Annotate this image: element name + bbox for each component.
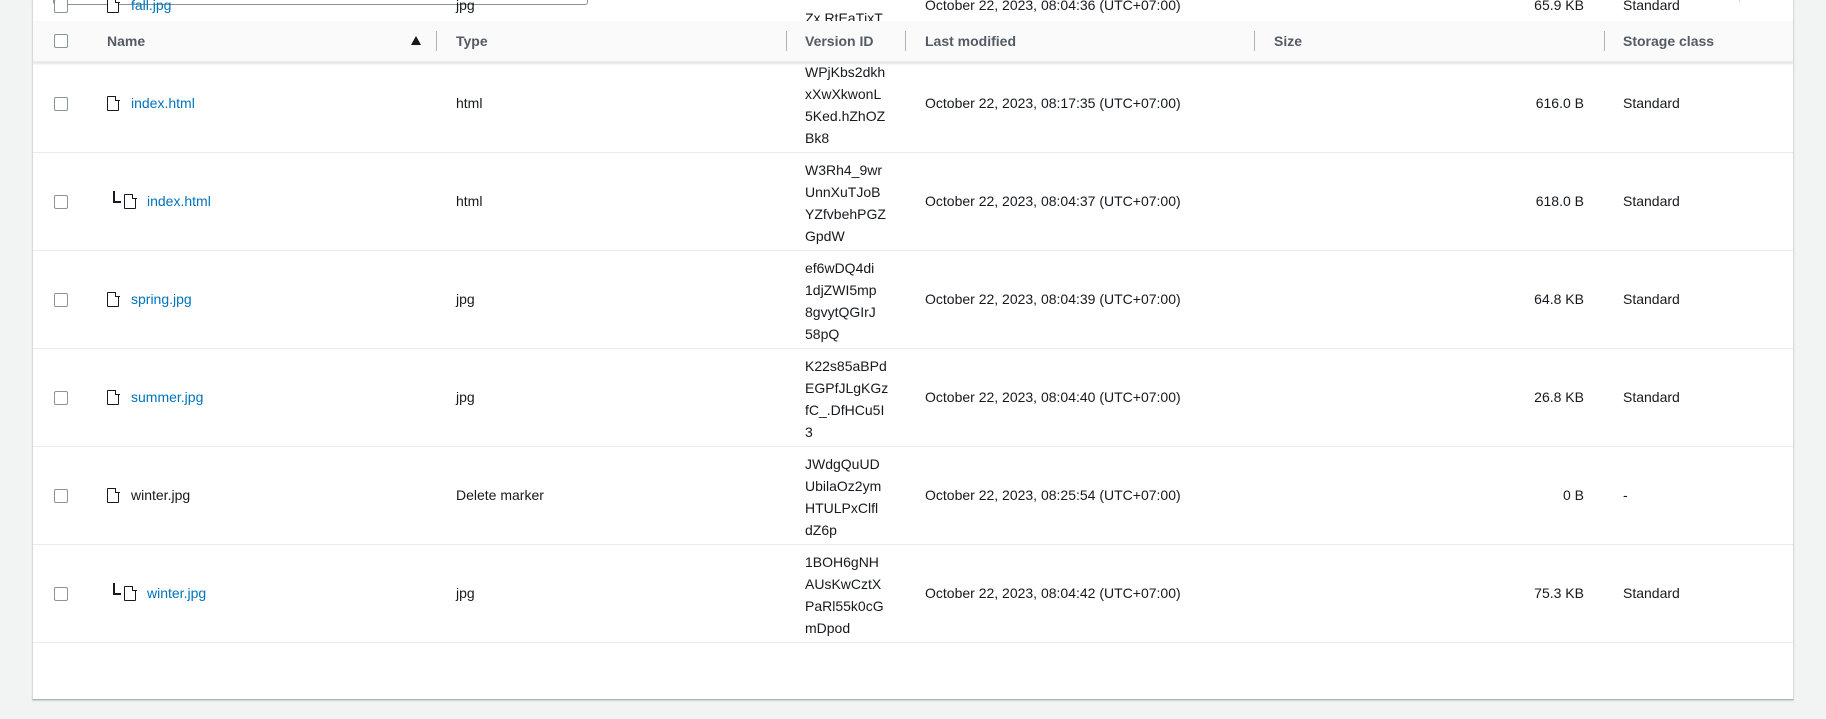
version-id-line: EGPfJLgKGz: [805, 380, 889, 396]
storage-class: Standard: [1623, 389, 1680, 405]
column-header-name[interactable]: Name: [107, 21, 145, 61]
row-checkbox[interactable]: [54, 293, 68, 307]
row-checkbox[interactable]: [54, 391, 68, 405]
object-type: html: [456, 95, 483, 111]
version-id-line: [805, 0, 895, 7]
last-modified: October 22, 2023, 08:25:54 (UTC+07:00): [925, 487, 1181, 503]
select-all-checkbox[interactable]: [54, 34, 68, 48]
column-resizer[interactable]: [786, 31, 787, 51]
storage-class: Standard: [1623, 585, 1680, 601]
column-header-storage-class[interactable]: Storage class: [1623, 21, 1714, 61]
version-id-line: ef6wDQ4di: [805, 260, 875, 276]
storage-class: -: [1623, 487, 1628, 503]
version-id-line: fC_.DfHCu5I: [805, 402, 885, 418]
file-icon: [107, 487, 120, 503]
object-type: jpg: [456, 389, 475, 405]
row-checkbox[interactable]: [54, 0, 68, 13]
column-header-version-id[interactable]: Version ID: [805, 21, 873, 61]
column-header-last-modified[interactable]: Last modified: [925, 21, 1016, 61]
last-modified: October 22, 2023, 08:17:35 (UTC+07:00): [925, 95, 1181, 111]
file-icon: [107, 291, 120, 307]
version-id-line: 5Ked.hZhOZ: [805, 108, 886, 124]
object-name-link[interactable]: summer.jpg: [131, 349, 203, 446]
table-row[interactable]: index.html html WPjKbs2dkh xXwXkwonL 5Ked.hZ…: [33, 55, 1793, 153]
version-indent-icon: [113, 191, 121, 203]
version-id-line: mDpod: [805, 620, 851, 636]
object-name-link[interactable]: index.html: [131, 55, 195, 152]
column-resizer[interactable]: [905, 31, 906, 51]
version-id-line: 8gvytQGIrJ: [805, 304, 876, 320]
sort-ascending-icon[interactable]: [411, 36, 421, 45]
object-type: Delete marker: [456, 487, 544, 503]
version-id-line: UbilaOz2ym: [805, 478, 882, 494]
version-id-line: 1BOH6gNH: [805, 554, 879, 570]
column-resizer[interactable]: [1604, 31, 1605, 51]
object-name-link[interactable]: winter.jpg: [147, 545, 206, 642]
row-checkbox[interactable]: [54, 489, 68, 503]
row-checkbox[interactable]: [54, 195, 68, 209]
object-name-link[interactable]: index.html: [147, 153, 211, 250]
object-size: 618.0 B: [1535, 193, 1584, 209]
version-id-line: W3Rh4_9wr: [805, 162, 883, 178]
object-size: 0 B: [1562, 487, 1584, 503]
version-indent-icon: [113, 583, 121, 595]
file-icon: [107, 95, 120, 111]
table-row[interactable]: winter.jpg Delete marker JWdgQuUD UbilaOz2y…: [33, 447, 1793, 545]
column-resizer[interactable]: [436, 31, 437, 51]
column-header-size[interactable]: Size: [1274, 21, 1302, 61]
row-checkbox[interactable]: [54, 97, 68, 111]
object-size: 26.8 KB: [1534, 389, 1584, 405]
table-body: fall.jpgjpgZx.RtEaTjxTycOctober 22, 2023…: [33, 0, 1793, 643]
table-row[interactable]: spring.jpg jpg ef6wDQ4di 1djZWI5mp 8gvytQGIr…: [33, 251, 1793, 349]
storage-class: Standard: [1623, 95, 1680, 111]
version-id-line: 3: [805, 424, 813, 440]
object-type: html: [456, 193, 483, 209]
version-id-line: xXwXkwonL: [805, 86, 882, 102]
object-name-link[interactable]: spring.jpg: [131, 251, 192, 348]
table-row[interactable]: summer.jpg jpg K22s85aBPd EGPfJLgKGz fC_.DfH…: [33, 349, 1793, 447]
row-checkbox[interactable]: [54, 587, 68, 601]
version-id: K22s85aBPd EGPfJLgKGz fC_.DfHCu5I 3: [805, 355, 895, 443]
column-resizer[interactable]: [1254, 31, 1255, 51]
object-size: 64.8 KB: [1534, 291, 1584, 307]
version-id-line: JWdgQuUD: [805, 456, 880, 472]
table-row[interactable]: winter.jpg jpg 1BOH6gNH AUsKwCztX PaRl55k0cG…: [33, 545, 1793, 643]
version-id: JWdgQuUD UbilaOz2ym HTULPxClfl dZ6p: [805, 453, 895, 541]
version-id: WPjKbs2dkh xXwXkwonL 5Ked.hZhOZ Bk8: [805, 61, 895, 149]
version-id-line: K22s85aBPd: [805, 358, 887, 374]
last-modified: October 22, 2023, 08:04:42 (UTC+07:00): [925, 585, 1181, 601]
object-type: jpg: [456, 291, 475, 307]
version-id-line: 1djZWI5mp: [805, 282, 877, 298]
object-type: jpg: [456, 585, 475, 601]
table-header: Name Type Version ID Last modified Size …: [33, 21, 1793, 62]
version-id: 1BOH6gNH AUsKwCztX PaRl55k0cG mDpod: [805, 551, 895, 639]
version-id-line: UnnXuTJoB: [805, 184, 881, 200]
last-modified: October 22, 2023, 08:04:40 (UTC+07:00): [925, 389, 1181, 405]
last-modified: October 22, 2023, 08:04:37 (UTC+07:00): [925, 193, 1181, 209]
version-id: W3Rh4_9wr UnnXuTJoB YZfvbehPGZ GpdW: [805, 159, 895, 247]
version-id-line: YZfvbehPGZ: [805, 206, 886, 222]
version-id-line: WPjKbs2dkh: [805, 64, 886, 80]
version-id-line: AUsKwCztX: [805, 576, 882, 592]
table-row[interactable]: index.html html W3Rh4_9wr UnnXuTJoB YZfvbehP…: [33, 153, 1793, 251]
version-id-line: GpdW: [805, 228, 845, 244]
version-id-line: Bk8: [805, 130, 830, 146]
last-modified: October 22, 2023, 08:04:39 (UTC+07:00): [925, 291, 1181, 307]
file-icon: [124, 585, 137, 601]
storage-class: Standard: [1623, 291, 1680, 307]
version-id-line: dZ6p: [805, 522, 837, 538]
object-name: winter.jpg: [131, 487, 191, 503]
file-icon: [107, 0, 120, 13]
object-size: 75.3 KB: [1534, 585, 1584, 601]
file-icon: [124, 193, 137, 209]
version-id-line: PaRl55k0cG: [805, 598, 884, 614]
column-header-type[interactable]: Type: [456, 21, 488, 61]
object-size: 616.0 B: [1535, 95, 1584, 111]
version-id-line: 58pQ: [805, 326, 840, 342]
version-id: ef6wDQ4di 1djZWI5mp 8gvytQGIrJ 58pQ: [805, 257, 895, 345]
version-id-line: HTULPxClfl: [805, 500, 879, 516]
storage-class: Standard: [1623, 193, 1680, 209]
objects-table-panel: fall.jpgjpgZx.RtEaTjxTycOctober 22, 2023…: [32, 0, 1794, 700]
file-icon: [107, 389, 120, 405]
